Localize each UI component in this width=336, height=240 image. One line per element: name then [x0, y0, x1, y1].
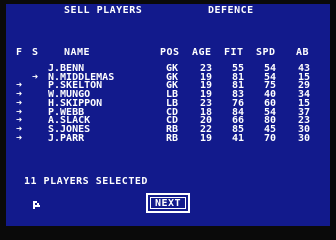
column-header-s: S [32, 47, 39, 58]
player-age: 19 [200, 132, 213, 144]
selected-count: 11 PLAYERS SELECTED [24, 176, 148, 187]
column-header-spd: SPD [256, 47, 276, 58]
screen-title: SELL PLAYERS [64, 5, 143, 16]
player-pos: RB [166, 132, 179, 144]
game-screen: SELL PLAYERS DEFENCE F S NAME POS AGE FI… [0, 0, 336, 240]
selected-arrow-icon: ➜ [16, 132, 23, 144]
column-header-fit: FIT [224, 47, 244, 58]
player-name: J.PARR [48, 132, 85, 144]
player-spd: 70 [264, 132, 277, 144]
player-fit: 41 [232, 132, 245, 144]
title-bar: SELL PLAYERS DEFENCE [6, 4, 330, 18]
player-ab: 30 [298, 132, 311, 144]
column-header-pos: POS [160, 47, 180, 58]
screen-subtitle: DEFENCE [208, 5, 254, 16]
next-button[interactable]: NEXT [146, 193, 190, 213]
column-header-f: F [16, 47, 23, 58]
pointer-icon [33, 201, 40, 209]
next-button-label: NEXT [150, 197, 186, 209]
column-header-ab: AB [296, 47, 310, 58]
selected-arrow-icon: ➜ [32, 71, 39, 83]
column-header-age: AGE [192, 47, 212, 58]
column-header-name: NAME [64, 47, 91, 58]
